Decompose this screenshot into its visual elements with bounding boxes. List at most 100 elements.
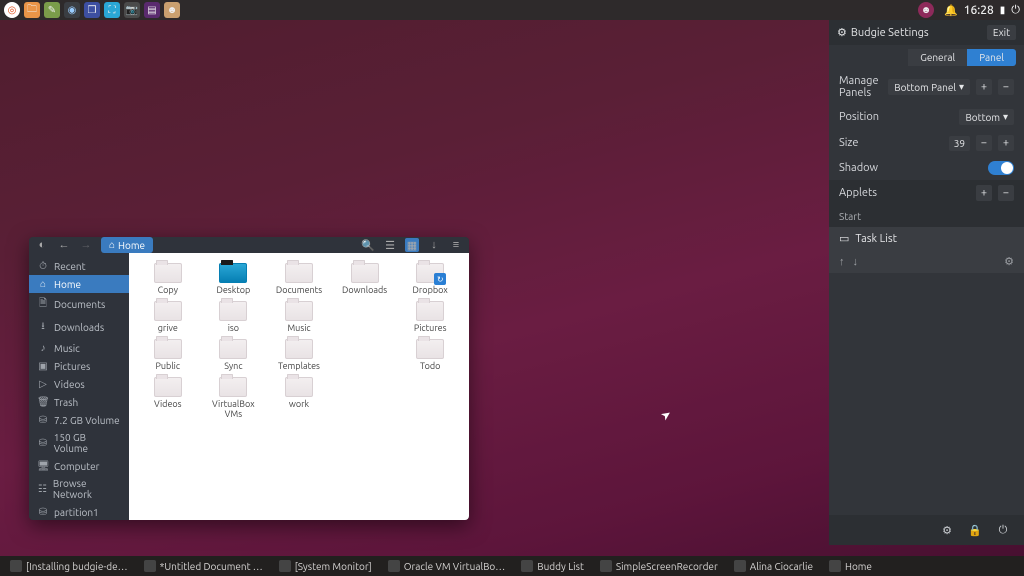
folder-label: grive [158,323,178,333]
sidebar-item-pictures[interactable]: ▣Pictures [29,357,129,375]
task-item[interactable]: Alina Ciocarlie [728,558,819,574]
folder-label: Public [156,361,181,371]
sidebar-item-music[interactable]: ♪Music [29,339,129,357]
start-menu-icon[interactable]: ◎ [4,2,20,18]
tab-general[interactable]: General [908,49,967,66]
forward-icon[interactable]: → [79,238,93,252]
lock-icon[interactable]: 🔒 [968,523,982,537]
sidebar-item-recent[interactable]: ⏱Recent [29,257,129,275]
remove-applet-button[interactable]: − [998,185,1014,201]
screengrab-icon[interactable]: 📷 [124,2,140,18]
bottom-power-icon[interactable]: ⏻ [996,523,1010,537]
sidebar-icon: ▣ [37,360,49,372]
task-icon [10,560,22,572]
tab-panel[interactable]: Panel [967,49,1016,66]
power-icon[interactable]: ⏻ [1011,4,1020,17]
editor-icon[interactable]: ✎ [44,2,60,18]
applet-settings-icon[interactable]: ⚙ [1004,255,1014,268]
folder-label: work [289,399,309,409]
add-applet-button[interactable]: + [976,185,992,201]
move-down-icon[interactable]: ↓ [853,256,859,268]
view-list-icon[interactable]: ☰ [383,238,397,252]
folder-desktop[interactable]: Desktop [201,261,267,297]
folder-dropbox[interactable]: ↻Dropbox [397,261,463,297]
sidebar-item-partition1[interactable]: ⛁partition1 [29,503,129,520]
sidebar-item-home[interactable]: ⌂Home [29,275,129,293]
folder-documents[interactable]: Documents [266,261,332,297]
sidebar-icon: ⛁ [37,506,49,518]
sidebar-item-videos[interactable]: ▷Videos [29,375,129,393]
folder-todo[interactable]: Todo [397,337,463,373]
folder-grive[interactable]: grive [135,299,201,335]
folder-icon [219,263,247,283]
view-grid-icon[interactable]: ▦ [405,238,419,252]
size-decrement-button[interactable]: − [976,135,992,151]
folder-downloads[interactable]: Downloads [332,261,398,297]
add-panel-button[interactable]: + [976,79,992,95]
folder-work[interactable]: work [266,375,332,421]
sidebar-item-7-2-gb-volume[interactable]: ⛁7.2 GB Volume [29,411,129,429]
folder-label: Pictures [414,323,447,333]
remove-panel-button[interactable]: − [998,79,1014,95]
sort-icon[interactable]: ↓ [427,238,441,252]
sidebar-item-150-gb-volume[interactable]: ⛁150 GB Volume [29,429,129,457]
window-controls-icon[interactable]: ◐ [35,238,49,252]
task-item[interactable]: Buddy List [515,558,590,574]
folder-icon [285,263,313,283]
exit-button[interactable]: Exit [987,25,1016,40]
bottom-gear-icon[interactable]: ⚙ [940,523,954,537]
task-icon [279,560,291,572]
sidebar-item-computer[interactable]: 🖥Computer [29,457,129,475]
folder-music[interactable]: Music [266,299,332,335]
task-label: [System Monitor] [295,561,372,572]
position-select[interactable]: Bottom ▾ [959,109,1014,125]
notifications-icon[interactable]: 🔔 [944,4,958,17]
menu-icon[interactable]: ≡ [449,238,463,252]
path-home-chip[interactable]: ⌂ Home [101,237,153,253]
folder-icon [351,263,379,283]
task-item[interactable]: SimpleScreenRecorder [594,558,724,574]
task-item[interactable]: Home [823,558,878,574]
sidebar-icon: ⏱ [37,260,49,272]
rubik-icon[interactable]: ❒ [84,2,100,18]
folder-icon [285,301,313,321]
battery-icon[interactable]: ▮ [1000,4,1006,16]
applet-task-list[interactable]: ▭ Task List [829,227,1024,250]
folder-icon [154,377,182,397]
sidebar-item-label: Downloads [54,322,104,333]
panel-select[interactable]: Bottom Panel ▾ [888,79,970,95]
shadow-toggle[interactable] [988,161,1014,175]
files-icon[interactable]: 🗀 [24,2,40,18]
move-up-icon[interactable]: ↑ [839,256,845,268]
folder-videos[interactable]: Videos [135,375,201,421]
folder-pictures[interactable]: Pictures [397,299,463,335]
folder-virtualbox-vms[interactable]: VirtualBox VMs [201,375,267,421]
software-icon[interactable]: ⛶ [104,2,120,18]
gear-icon: ⚙ [837,26,847,39]
screenshot-icon[interactable]: ◉ [64,2,80,18]
folder-templates[interactable]: Templates [266,337,332,373]
folder-sync[interactable]: Sync [201,337,267,373]
sidebar-item-downloads[interactable]: ⭳Downloads [29,316,129,339]
sidebar-item-documents[interactable]: 🗎Documents [29,293,129,316]
back-icon[interactable]: ← [57,238,71,252]
task-item[interactable]: Oracle VM VirtualBo… [382,558,512,574]
folder-public[interactable]: Public [135,337,201,373]
terminal-icon[interactable]: ▤ [144,2,160,18]
sidebar-icon: ⛁ [37,414,49,426]
folder-copy[interactable]: Copy [135,261,201,297]
size-label: Size [839,137,943,149]
task-label: [Installing budgie-de… [26,561,128,572]
sidebar-item-label: Computer [54,461,99,472]
folder-iso[interactable]: iso [201,299,267,335]
task-item[interactable]: [System Monitor] [273,558,378,574]
user-avatar-icon[interactable]: ☻ [918,2,934,18]
sidebar-item-label: Documents [54,299,105,310]
search-icon[interactable]: 🔍 [361,238,375,252]
task-item[interactable]: *Untitled Document … [138,558,269,574]
sidebar-item-trash[interactable]: 🗑Trash [29,393,129,411]
sidebar-item-browse-network[interactable]: ☷Browse Network [29,475,129,503]
avatar-icon[interactable]: ☻ [164,2,180,18]
task-item[interactable]: [Installing budgie-de… [4,558,134,574]
size-increment-button[interactable]: + [998,135,1014,151]
